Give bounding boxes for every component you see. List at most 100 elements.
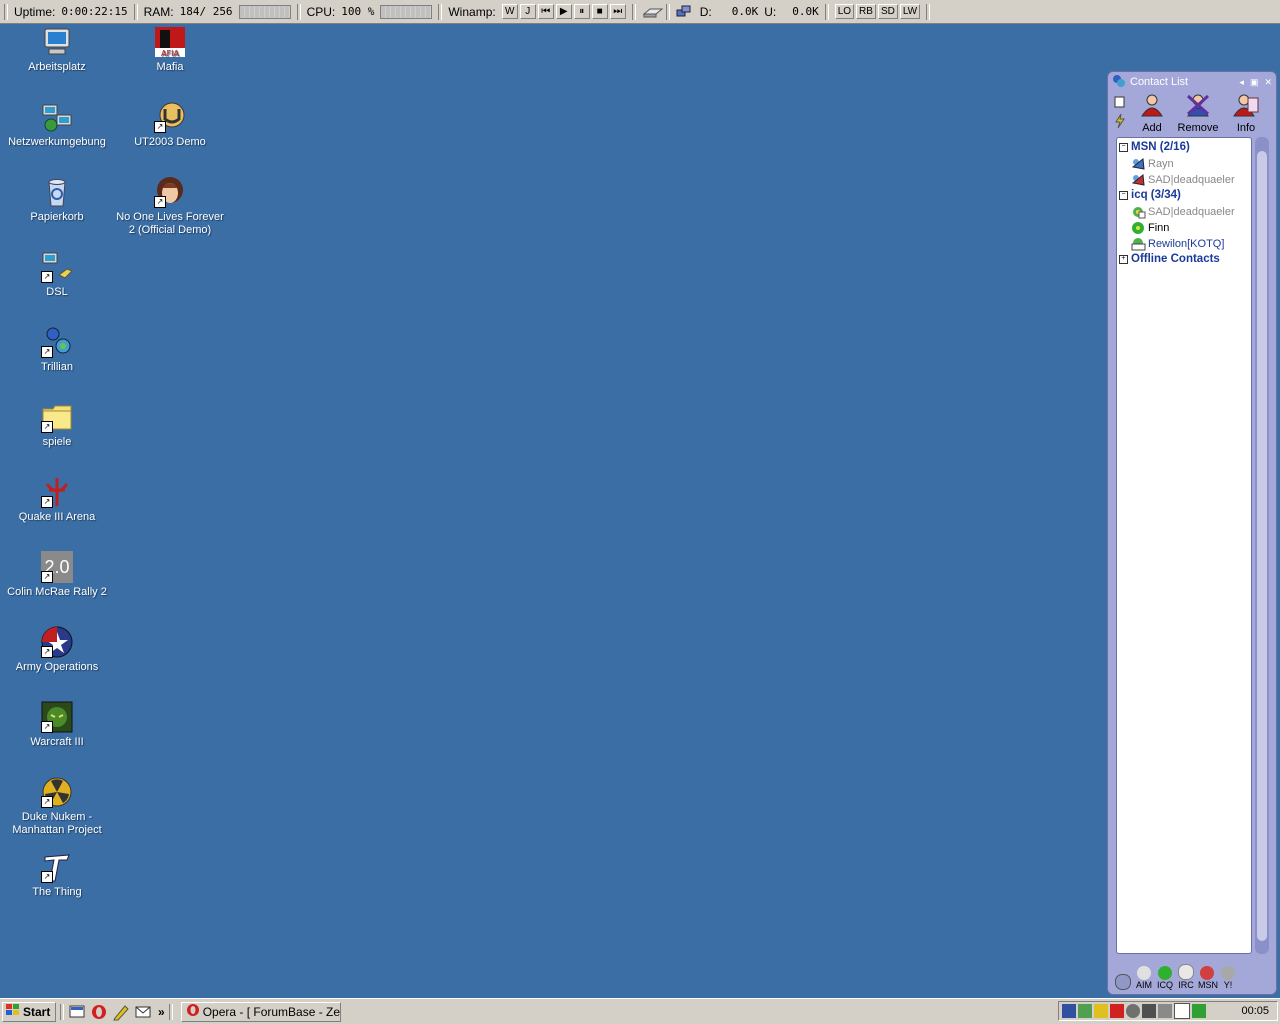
desktop-icon-arbeitsplatz[interactable]: Arbeitsplatz <box>1 26 113 74</box>
yahoo-label: Y! <box>1223 980 1233 990</box>
close-icon[interactable]: ✕ <box>1264 77 1272 88</box>
contact-tree: − MSN (2/16) Rayn SAD|deadquaeler − icq … <box>1116 137 1252 954</box>
shortcut-arrow-icon: ↗ <box>41 796 53 808</box>
shutdown-button[interactable]: SD <box>877 4 898 19</box>
uptime-value: 0:00:22:15 <box>61 5 128 18</box>
desktop-icon-label: Netzwerkumgebung <box>8 136 106 148</box>
group-offline[interactable]: + Offline Contacts <box>1119 253 1220 265</box>
start-button[interactable]: Start <box>2 1001 56 1022</box>
maximize-icon[interactable]: ▣ <box>1250 77 1259 88</box>
icq-label: ICQ <box>1156 980 1173 990</box>
display-tray-icon[interactable] <box>1142 1004 1156 1018</box>
drive-icon[interactable] <box>642 5 664 19</box>
desktop-icon-label: Arbeitsplatz <box>28 61 86 73</box>
desktop-icon-label: Colin McRae Rally 2 <box>7 586 107 598</box>
winamp-next-button[interactable]: ⏭ <box>609 4 626 19</box>
contact-list-window[interactable]: Contact List ◂ ▣ ✕ Add Remove Info − MSN… <box>1107 71 1277 995</box>
separator <box>60 1003 64 1020</box>
icq-away-icon <box>1131 205 1146 219</box>
hardware-tray-icon[interactable] <box>1158 1004 1172 1018</box>
expand-toggle-icon[interactable]: + <box>1119 254 1128 264</box>
desktop-icon-trillian[interactable]: ↗ Trillian <box>1 326 113 374</box>
shortcut-buttons: LO RB SD LW <box>834 4 921 19</box>
contact-item[interactable]: SAD|deadquaeler <box>1131 173 1235 187</box>
shortcut-arrow-icon: ↗ <box>41 271 53 283</box>
desktop-icon-colin-mcrae[interactable]: 2.0 ↗ Colin McRae Rally 2 <box>1 551 113 599</box>
user-tray-icon[interactable] <box>1062 1004 1076 1018</box>
shortcut-arrow-icon: ↗ <box>41 721 53 733</box>
scrollbar[interactable] <box>1255 137 1269 954</box>
add-button[interactable]: Add <box>1130 94 1174 134</box>
group-icq[interactable]: − icq (3/34) <box>1119 189 1181 201</box>
info-button[interactable]: Info <box>1224 94 1268 134</box>
desktop-icon-spiele[interactable]: ↗ spiele <box>1 401 113 449</box>
separator <box>824 3 829 20</box>
winamp-pause-button[interactable]: ⏸ <box>573 4 590 19</box>
show-desktop-icon[interactable] <box>68 1003 86 1021</box>
desktop-icon-nolf2[interactable]: ↗ No One Lives Forever 2 (Official Demo) <box>114 176 226 237</box>
logoff-button[interactable]: LO <box>834 4 855 19</box>
title-bar[interactable]: Contact List ◂ ▣ ✕ <box>1112 74 1272 90</box>
remove-button[interactable]: Remove <box>1176 94 1220 134</box>
icq-button[interactable]: ICQ <box>1156 966 1174 990</box>
rally-icon: 2.0 ↗ <box>41 551 73 583</box>
contact-name: Rewilon[KOTQ] <box>1148 238 1225 250</box>
antivirus-tray-icon[interactable] <box>1110 1004 1124 1018</box>
desktop-icon-mafia[interactable]: AFIA Mafia <box>114 26 226 74</box>
task-button-opera[interactable]: Opera - [ ForumBase - Zei... <box>180 1001 341 1022</box>
taskbar: Start » Opera - [ ForumBase - Zei... 00:… <box>0 998 1280 1024</box>
download-label: D: <box>699 4 712 19</box>
medium-bar: AIM ICQ IRC MSN Y! <box>1114 964 1272 990</box>
desktop-icon-duke-nukem[interactable]: ↗ Duke Nukem - Manhattan Project <box>1 776 113 837</box>
contact-item[interactable]: SAD|deadquaeler <box>1131 205 1235 219</box>
star-tray-icon[interactable] <box>1192 1004 1206 1018</box>
toolbar: Add Remove Info <box>1112 94 1272 134</box>
icq-online-icon <box>1131 221 1146 235</box>
opera-quicklaunch-icon[interactable] <box>90 1003 108 1021</box>
global-status-button[interactable] <box>1114 974 1132 990</box>
desktop-icon-label: Papierkorb <box>30 211 84 223</box>
yahoo-button[interactable]: Y! <box>1219 966 1237 990</box>
pencil-quicklaunch-icon[interactable] <box>112 1003 130 1021</box>
network-tray-icon[interactable] <box>1078 1004 1092 1018</box>
volume-tray-icon[interactable] <box>1094 1004 1108 1018</box>
irc-button[interactable]: IRC <box>1177 964 1195 990</box>
winamp-prev-button[interactable]: ⏮ <box>537 4 554 19</box>
desktop-icon-papierkorb[interactable]: Papierkorb <box>1 176 113 224</box>
outlook-quicklaunch-icon[interactable] <box>134 1003 152 1021</box>
notes-icon[interactable] <box>1114 96 1126 111</box>
desktop-icon-ut2003[interactable]: ↗ UT2003 Demo <box>114 101 226 149</box>
group-msn[interactable]: − MSN (2/16) <box>1119 141 1190 153</box>
desktop-icon-quake[interactable]: ↗ Quake III Arena <box>1 476 113 524</box>
winamp-window-button[interactable]: W <box>501 4 518 19</box>
disc-tray-icon[interactable] <box>1126 1004 1140 1018</box>
network-monitor-icon[interactable] <box>676 5 694 19</box>
winamp-jump-button[interactable]: J <box>519 4 536 19</box>
desktop-icon-the-thing[interactable]: ↗ The Thing <box>1 851 113 899</box>
contact-item[interactable]: Finn <box>1131 221 1169 235</box>
aim-button[interactable]: AIM <box>1135 966 1153 990</box>
msn-button[interactable]: MSN <box>1198 966 1218 990</box>
winamp-stop-button[interactable]: ■ <box>591 4 608 19</box>
desktop-icon-netzwerkumgebung[interactable]: Netzwerkumgebung <box>1 101 113 149</box>
quicklaunch-more-button[interactable]: » <box>158 1005 165 1019</box>
collapse-toggle-icon[interactable]: − <box>1119 190 1128 200</box>
desktop-icon-warcraft[interactable]: ↗ Warcraft III <box>1 701 113 749</box>
clock[interactable]: 00:05 <box>1241 1005 1269 1017</box>
contact-item[interactable]: Rewilon[KOTQ] <box>1131 237 1224 251</box>
contact-item[interactable]: Rayn <box>1131 157 1174 171</box>
lightning-icon[interactable] <box>1114 113 1126 131</box>
separator <box>665 3 670 20</box>
ram-value: 184/ 256 <box>179 5 233 18</box>
lock-workstation-button[interactable]: LW <box>899 4 921 19</box>
winamp-play-button[interactable]: ▶ <box>555 4 572 19</box>
reboot-button[interactable]: RB <box>856 4 876 19</box>
desktop-icon-dsl[interactable]: ↗ DSL <box>1 251 113 299</box>
desktop-icon-label: Quake III Arena <box>18 511 96 523</box>
collapse-toggle-icon[interactable]: − <box>1119 142 1128 152</box>
language-tray-icon[interactable] <box>1174 1003 1190 1019</box>
scrollbar-thumb[interactable] <box>1257 151 1267 941</box>
desktop-icon-army-operations[interactable]: ↗ Army Operations <box>1 626 113 674</box>
irc-label: IRC <box>1178 980 1194 990</box>
collapse-icon[interactable]: ◂ <box>1239 77 1244 88</box>
